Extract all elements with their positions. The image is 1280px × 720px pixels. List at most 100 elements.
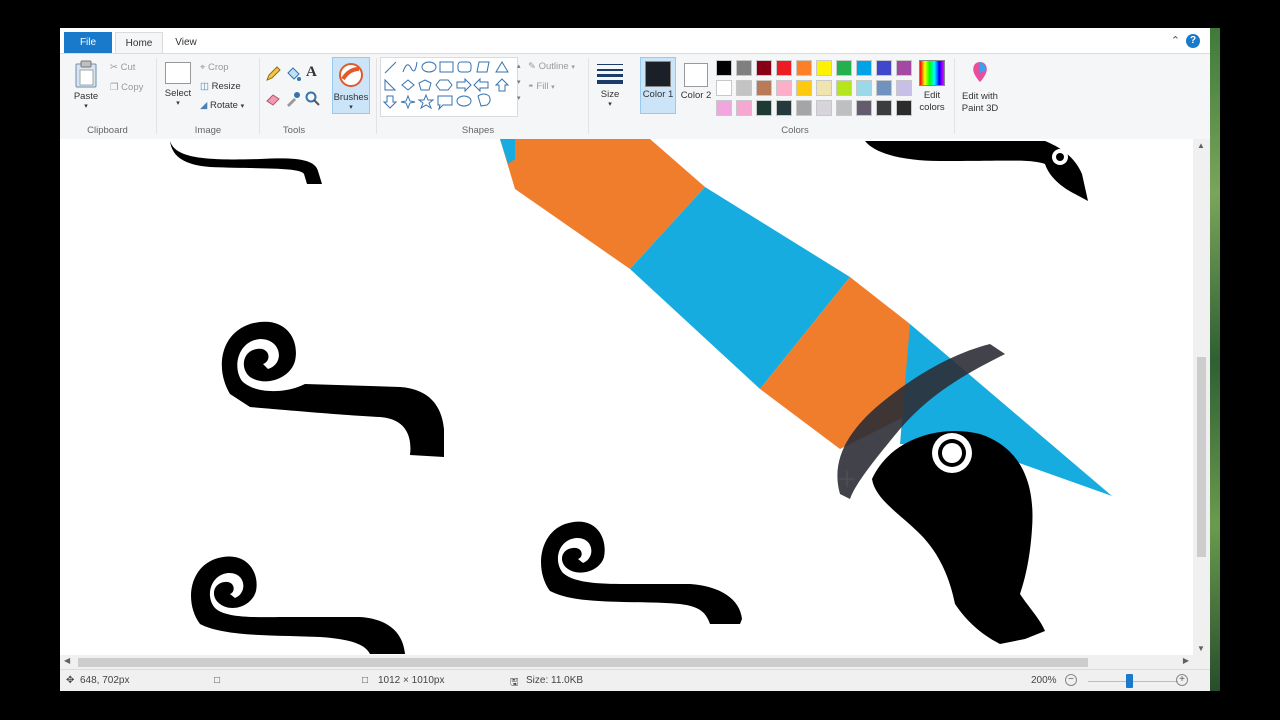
resize-label: Resize (211, 81, 241, 92)
cut-icon: ✂ (110, 62, 118, 73)
copy-icon: ❐ (110, 82, 119, 93)
edit-colors-button[interactable]: Edit colors (915, 60, 949, 114)
palette-swatch[interactable] (856, 60, 872, 76)
palette-swatch[interactable] (896, 100, 912, 116)
palette-swatch[interactable] (836, 100, 852, 116)
palette-swatch[interactable] (876, 100, 892, 116)
zoom-slider-thumb[interactable] (1126, 674, 1133, 688)
paint-window: File Home View ⌃ ? Paste ▾ ✂ Cut ❐ Copy (60, 28, 1210, 691)
swirl-shape (191, 556, 405, 654)
scroll-right-icon[interactable]: ▶ (1183, 656, 1189, 665)
tab-view[interactable]: View (166, 32, 206, 53)
palette-swatch[interactable] (836, 60, 852, 76)
palette-swatch[interactable] (736, 60, 752, 76)
palette-swatch[interactable] (816, 80, 832, 96)
paste-dropdown-icon[interactable]: ▾ (68, 102, 104, 110)
color2-button[interactable]: Color 2 (678, 57, 714, 114)
crop-button[interactable]: ⌖ Crop (200, 62, 229, 73)
scroll-left-icon[interactable]: ◀ (64, 656, 70, 665)
zoom-level: 200% (1031, 675, 1057, 686)
tab-home[interactable]: Home (115, 32, 163, 54)
shapes-scroll-icons[interactable]: ▴ ▾ ▾ (517, 59, 521, 107)
shapes-gallery[interactable] (380, 57, 518, 117)
clipboard-group: Paste ▾ ✂ Cut ❐ Copy Clipboard (60, 54, 155, 139)
swirl-shape (865, 141, 1088, 201)
palette-swatch[interactable] (716, 100, 732, 116)
palette-swatch[interactable] (776, 60, 792, 76)
palette-swatch[interactable] (816, 60, 832, 76)
paste-button[interactable]: Paste ▾ (68, 60, 104, 110)
help-icon[interactable]: ? (1186, 34, 1200, 48)
cut-button[interactable]: ✂ Cut (110, 62, 135, 73)
palette-swatch[interactable] (896, 60, 912, 76)
palette-swatch[interactable] (736, 80, 752, 96)
swirl-shape (170, 141, 322, 184)
select-dropdown-icon[interactable]: ▾ (162, 99, 194, 107)
eraser-icon[interactable] (265, 92, 281, 106)
scrollbar-corner (1193, 655, 1210, 669)
rotate-button[interactable]: ◢ Rotate ▾ (200, 100, 244, 111)
palette-swatch[interactable] (856, 80, 872, 96)
cursor-position-icon: ✥ (66, 675, 75, 686)
line-size-icon (597, 64, 623, 84)
palette-swatch[interactable] (716, 80, 732, 96)
palette-swatch[interactable] (776, 80, 792, 96)
text-tool-icon[interactable]: A (306, 64, 317, 81)
outline-label: Outline (538, 61, 569, 72)
palette-swatch[interactable] (876, 80, 892, 96)
drawing-canvas[interactable] (60, 139, 1193, 655)
palette-swatch[interactable] (756, 60, 772, 76)
outline-button[interactable]: ✎ Outline ▾ (528, 61, 575, 72)
resize-button[interactable]: ◫ Resize (200, 81, 241, 92)
vertical-scrollbar[interactable]: ▲ ▼ (1193, 139, 1210, 655)
palette-swatch[interactable] (836, 80, 852, 96)
color1-button[interactable]: Color 1 (640, 57, 676, 114)
paste-icon (75, 60, 97, 88)
edit-paint3d-label: Edit with Paint 3D (961, 91, 999, 114)
clipboard-group-label: Clipboard (87, 125, 128, 136)
palette-swatch[interactable] (756, 100, 772, 116)
separator (376, 58, 377, 134)
zoom-out-icon[interactable]: − (1065, 674, 1077, 686)
fill-bucket-icon[interactable] (285, 66, 301, 82)
palette-swatch[interactable] (716, 60, 732, 76)
shapes-group: ▴ ▾ ▾ ✎ Outline ▾ ◓ Fill ▾ Shapes (378, 54, 578, 139)
color-palette (716, 60, 916, 120)
palette-swatch[interactable] (796, 80, 812, 96)
copy-label: Copy (121, 82, 144, 93)
scroll-down-icon[interactable]: ▼ (1197, 644, 1205, 653)
tab-file[interactable]: File (64, 32, 112, 53)
select-button[interactable]: Select ▾ (162, 62, 194, 107)
brushes-button[interactable]: Brushes ▾ (332, 57, 370, 114)
vertical-scroll-thumb[interactable] (1197, 357, 1206, 557)
bird-eye-highlight (942, 443, 962, 463)
palette-swatch[interactable] (876, 60, 892, 76)
scroll-up-icon[interactable]: ▲ (1197, 141, 1205, 150)
pencil-icon[interactable] (265, 66, 281, 82)
palette-swatch[interactable] (796, 100, 812, 116)
collapse-ribbon-icon[interactable]: ⌃ (1171, 34, 1180, 47)
palette-swatch[interactable] (796, 60, 812, 76)
size-label: Size (600, 89, 620, 100)
image-group-label: Image (194, 125, 222, 136)
horizontal-scrollbar[interactable]: ◀ ▶ (60, 655, 1193, 669)
fill-button[interactable]: ◓ Fill ▾ (528, 81, 555, 92)
brushes-dropdown-icon: ▾ (349, 104, 353, 111)
rotate-dropdown-icon[interactable]: ▾ (241, 103, 245, 110)
edit-with-paint3d-button[interactable]: Edit with Paint 3D (957, 60, 1003, 115)
color-picker-icon[interactable] (285, 91, 301, 107)
palette-swatch[interactable] (756, 80, 772, 96)
horizontal-scroll-thumb[interactable] (78, 658, 1088, 667)
copy-button[interactable]: ❐ Copy (110, 82, 143, 93)
palette-swatch[interactable] (856, 100, 872, 116)
zoom-slider[interactable] (1088, 681, 1178, 682)
palette-swatch[interactable] (776, 100, 792, 116)
palette-swatch[interactable] (896, 80, 912, 96)
magnifier-icon[interactable] (305, 91, 321, 107)
edit-colors-label: Edit colors (919, 90, 945, 113)
palette-swatch[interactable] (816, 100, 832, 116)
palette-swatch[interactable] (736, 100, 752, 116)
zoom-in-icon[interactable]: + (1176, 674, 1188, 686)
swirl-shape (221, 321, 444, 457)
size-button[interactable]: Size ▾ (592, 62, 628, 108)
